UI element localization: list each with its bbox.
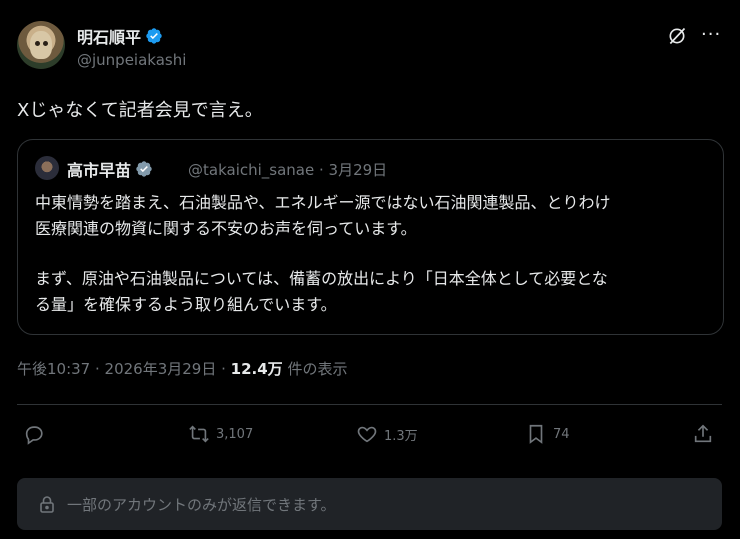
quoted-post[interactable]: 高市早苗 @takaichi_sanae · 3月29日 中東情勢を踏まえ、石油… — [17, 139, 724, 335]
bookmark-button[interactable]: 74 — [525, 423, 570, 445]
author-name[interactable]: 明石順平 — [77, 24, 141, 48]
quoted-name: 高市早苗 — [67, 161, 132, 180]
verified-badge-icon — [146, 28, 162, 44]
retweet-icon — [189, 425, 209, 443]
quoted-line: 中東情勢を踏まえ、石油製品や、エネルギー源ではない石油関連製品、とりわけ — [35, 193, 611, 212]
share-button[interactable] — [692, 423, 714, 445]
author-avatar[interactable] — [17, 21, 65, 69]
retweet-count: 3,107 — [216, 426, 254, 442]
author-handle[interactable]: @junpeiakashi — [77, 51, 186, 69]
reply-restriction-bar: 一部のアカウントのみが返信できます。 — [17, 478, 722, 530]
post-timestamp[interactable]: 午後10:37 · 2026年3月29日 · — [17, 360, 231, 378]
quoted-line: まず、原油や石油製品については、備蓄の放出により「日本全体として必要とな — [35, 269, 608, 288]
quoted-line: る量」を確保するよう取り組んでいます。 — [35, 295, 337, 314]
divider — [17, 404, 722, 405]
quoted-handle: @takaichi_sanae — [188, 161, 315, 179]
retweet-button[interactable]: 3,107 — [188, 423, 253, 445]
author-name-row[interactable]: 明石順平 — [77, 24, 163, 48]
quoted-date: · 3月29日 — [319, 161, 388, 179]
bookmark-count: 74 — [553, 426, 570, 442]
share-icon — [694, 424, 712, 443]
quoted-name-row: 高市早苗 — [67, 157, 153, 181]
quoted-line: 医療関連の物資に関する不安のお声を伺っています。 — [35, 219, 417, 238]
like-button[interactable]: 1.3万 — [356, 423, 418, 445]
lock-icon — [40, 496, 54, 513]
like-icon — [357, 426, 377, 443]
post-text: Xじゃなくて記者会見で言え。 — [17, 100, 263, 121]
quoted-paragraph-2: まず、原油や石油製品については、備蓄の放出により「日本全体として必要とな る量」… — [35, 266, 725, 318]
grok-icon[interactable] — [667, 26, 687, 46]
quoted-avatar — [35, 156, 59, 180]
reply-button[interactable] — [23, 423, 45, 445]
view-label: 件の表示 — [282, 360, 348, 378]
verified-badge-icon — [136, 161, 152, 177]
view-count: 12.4万 — [230, 360, 283, 378]
reply-icon — [25, 426, 43, 445]
quoted-paragraph-1: 中東情勢を踏まえ、石油製品や、エネルギー源ではない石油関連製品、とりわけ 医療関… — [35, 190, 725, 242]
reply-restriction-text: 一部のアカウントのみが返信できます。 — [67, 495, 336, 514]
quoted-meta: @takaichi_sanae · 3月29日 — [188, 159, 387, 180]
post-meta: 午後10:37 · 2026年3月29日 · 12.4万 件の表示 — [17, 358, 347, 379]
like-count: 1.3万 — [384, 428, 418, 444]
bookmark-icon — [529, 424, 543, 444]
more-icon[interactable]: ··· — [701, 24, 721, 45]
